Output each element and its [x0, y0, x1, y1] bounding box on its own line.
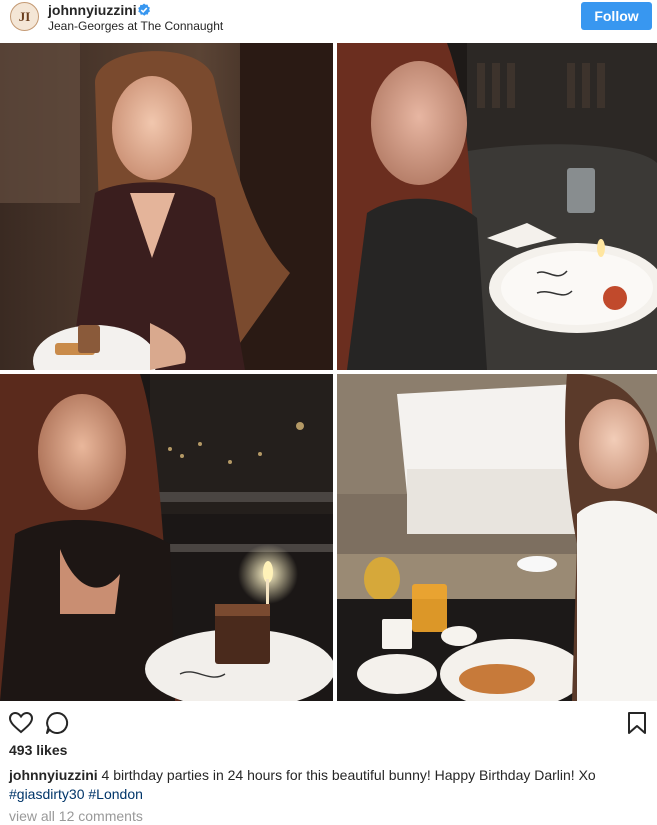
post-location[interactable]: Jean-Georges at The Connaught	[48, 19, 223, 33]
comment-icon[interactable]	[44, 710, 70, 736]
heart-icon[interactable]	[8, 710, 34, 736]
photo-hotel-breakfast	[337, 374, 657, 701]
post-caption: johnnyiuzzini 4 birthday parties in 24 h…	[9, 766, 649, 804]
view-comments-link[interactable]: view all 12 comments	[9, 808, 143, 824]
post-header: JI johnnyiuzzini Jean-Georges at The Con…	[0, 0, 657, 40]
caption-username[interactable]: johnnyiuzzini	[9, 767, 98, 783]
hashtag-link[interactable]: #giasdirty30	[9, 786, 85, 802]
follow-button[interactable]: Follow	[581, 2, 652, 30]
hashtag-link[interactable]: #London	[88, 786, 143, 802]
verified-badge-icon	[137, 3, 151, 17]
photo-bar-candle	[337, 43, 657, 370]
photo-collage[interactable]	[0, 43, 657, 701]
photo-restaurant-dessert	[0, 43, 333, 370]
post-username[interactable]: johnnyiuzzini	[48, 2, 137, 18]
caption-text: 4 birthday parties in 24 hours for this …	[101, 767, 596, 783]
post-actions	[0, 706, 657, 738]
avatar[interactable]: JI	[10, 2, 39, 31]
bookmark-icon[interactable]	[624, 710, 650, 736]
like-count[interactable]: 493 likes	[9, 742, 67, 758]
photo-birthday-cake	[0, 374, 333, 701]
